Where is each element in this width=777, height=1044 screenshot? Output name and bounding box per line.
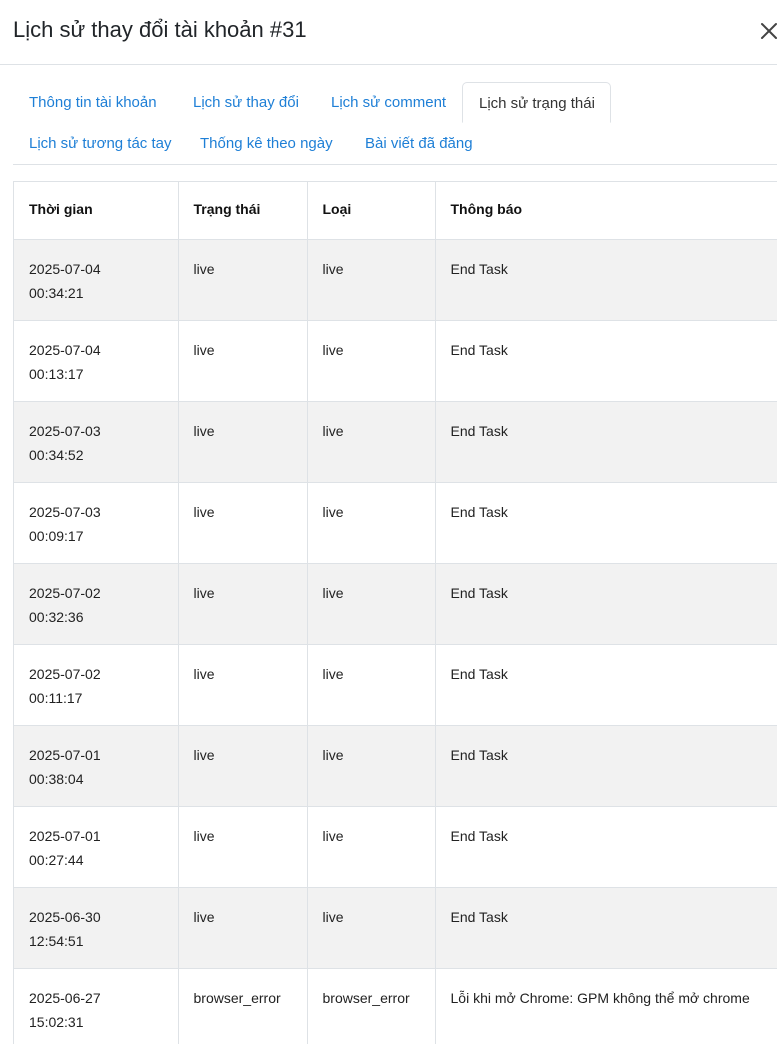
table-row: 2025-07-02 00:32:36 live live End Task — [14, 563, 777, 645]
cell-message: End Task — [435, 401, 777, 483]
cell-message: End Task — [435, 320, 777, 402]
tab-daily-stats[interactable]: Thống kê theo ngày — [184, 123, 349, 164]
tab-change-history[interactable]: Lịch sử thay đổi — [177, 82, 315, 123]
cell-status: live — [178, 806, 308, 888]
cell-clock: 00:34:52 — [29, 446, 84, 463]
cell-message: End Task — [435, 239, 777, 321]
cell-message: End Task — [435, 806, 777, 888]
cell-type: browser_error — [307, 968, 436, 1044]
cell-status: live — [178, 725, 308, 807]
cell-type: live — [307, 320, 436, 402]
cell-status: live — [178, 482, 308, 564]
cell-time: 2025-07-02 00:11:17 — [14, 644, 179, 726]
cell-time: 2025-07-02 00:32:36 — [14, 563, 179, 645]
table-row: 2025-07-01 00:38:04 live live End Task — [14, 725, 777, 807]
cell-type: live — [307, 401, 436, 483]
table-header-row: Thời gian Trạng thái Loại Thông báo — [14, 182, 777, 240]
column-header-status: Trạng thái — [178, 182, 308, 240]
tab-account-info[interactable]: Thông tin tài khoản — [13, 82, 173, 123]
cell-type: live — [307, 482, 436, 564]
cell-clock: 00:34:21 — [29, 284, 84, 301]
cell-message: End Task — [435, 725, 777, 807]
cell-date: 2025-07-03 — [29, 422, 101, 439]
cell-type: live — [307, 644, 436, 726]
cell-time: 2025-07-03 00:09:17 — [14, 482, 179, 564]
tab-status-history[interactable]: Lịch sử trạng thái — [462, 82, 611, 123]
cell-clock: 00:11:17 — [29, 689, 83, 706]
modal-title: Lịch sử thay đổi tài khoản #31 — [13, 17, 307, 42]
close-button[interactable] — [758, 20, 777, 42]
cell-type: live — [307, 887, 436, 969]
cell-date: 2025-06-27 — [29, 989, 101, 1006]
table-row: 2025-07-02 00:11:17 live live End Task — [14, 644, 777, 726]
cell-time: 2025-07-01 00:38:04 — [14, 725, 179, 807]
table-row: 2025-07-04 00:13:17 live live End Task — [14, 320, 777, 402]
cell-time: 2025-06-30 12:54:51 — [14, 887, 179, 969]
cell-date: 2025-07-02 — [29, 665, 101, 682]
table-row: 2025-07-03 00:09:17 live live End Task — [14, 482, 777, 564]
cell-time: 2025-07-01 00:27:44 — [14, 806, 179, 888]
table-row: 2025-07-04 00:34:21 live live End Task — [14, 239, 777, 321]
cell-clock: 00:38:04 — [29, 770, 84, 787]
cell-message: End Task — [435, 563, 777, 645]
cell-date: 2025-07-04 — [29, 341, 101, 358]
account-history-modal: Lịch sử thay đổi tài khoản #31 Thông tin… — [0, 0, 777, 1044]
cell-date: 2025-07-02 — [29, 584, 101, 601]
cell-clock: 00:13:17 — [29, 365, 84, 382]
cell-date: 2025-07-04 — [29, 260, 101, 277]
modal-header: Lịch sử thay đổi tài khoản #31 — [0, 0, 777, 65]
cell-status: browser_error — [178, 968, 308, 1044]
cell-clock: 15:02:31 — [29, 1013, 84, 1030]
cell-time: 2025-07-03 00:34:52 — [14, 401, 179, 483]
table-row: 2025-06-27 15:02:31 browser_error browser… — [14, 968, 777, 1044]
cell-status: live — [178, 239, 308, 321]
cell-message: End Task — [435, 644, 777, 726]
cell-date: 2025-06-30 — [29, 908, 101, 925]
cell-type: live — [307, 563, 436, 645]
column-header-time: Thời gian — [14, 182, 179, 240]
cell-clock: 00:09:17 — [29, 527, 84, 544]
cell-time: 2025-06-27 15:02:31 — [14, 968, 179, 1044]
status-history-table: Thời gian Trạng thái Loại Thông báo 2025… — [14, 182, 777, 1044]
tab-comment-history[interactable]: Lịch sử comment — [315, 82, 462, 123]
cell-status: live — [178, 320, 308, 402]
cell-time: 2025-07-04 00:34:21 — [14, 239, 179, 321]
cell-date: 2025-07-01 — [29, 827, 101, 844]
cell-message: End Task — [435, 887, 777, 969]
tab-bar: Thông tin tài khoản Lịch sử thay đổi Lịc… — [13, 82, 777, 165]
cell-type: live — [307, 239, 436, 321]
tab-published-posts[interactable]: Bài viết đã đăng — [349, 123, 489, 164]
cell-clock: 00:32:36 — [29, 608, 84, 625]
cell-type: live — [307, 725, 436, 807]
tab-manual-interaction-history[interactable]: Lịch sử tương tác tay — [13, 123, 187, 164]
cell-date: 2025-07-01 — [29, 746, 101, 763]
cell-message: Lỗi khi mở Chrome: GPM không thể mở chro… — [435, 968, 777, 1044]
cell-status: live — [178, 563, 308, 645]
cell-message: End Task — [435, 482, 777, 564]
table-row: 2025-06-30 12:54:51 live live End Task — [14, 887, 777, 969]
cell-status: live — [178, 401, 308, 483]
table-row: 2025-07-03 00:34:52 live live End Task — [14, 401, 777, 483]
cell-status: live — [178, 644, 308, 726]
cell-clock: 12:54:51 — [29, 932, 84, 949]
cell-clock: 00:27:44 — [29, 851, 84, 868]
column-header-type: Loại — [307, 182, 436, 240]
cell-date: 2025-07-03 — [29, 503, 101, 520]
cell-status: live — [178, 887, 308, 969]
status-history-table-wrapper: Thời gian Trạng thái Loại Thông báo 2025… — [13, 181, 777, 1044]
cell-type: live — [307, 806, 436, 888]
cell-time: 2025-07-04 00:13:17 — [14, 320, 179, 402]
table-row: 2025-07-01 00:27:44 live live End Task — [14, 806, 777, 888]
column-header-message: Thông báo — [435, 182, 777, 240]
close-icon — [761, 23, 777, 39]
